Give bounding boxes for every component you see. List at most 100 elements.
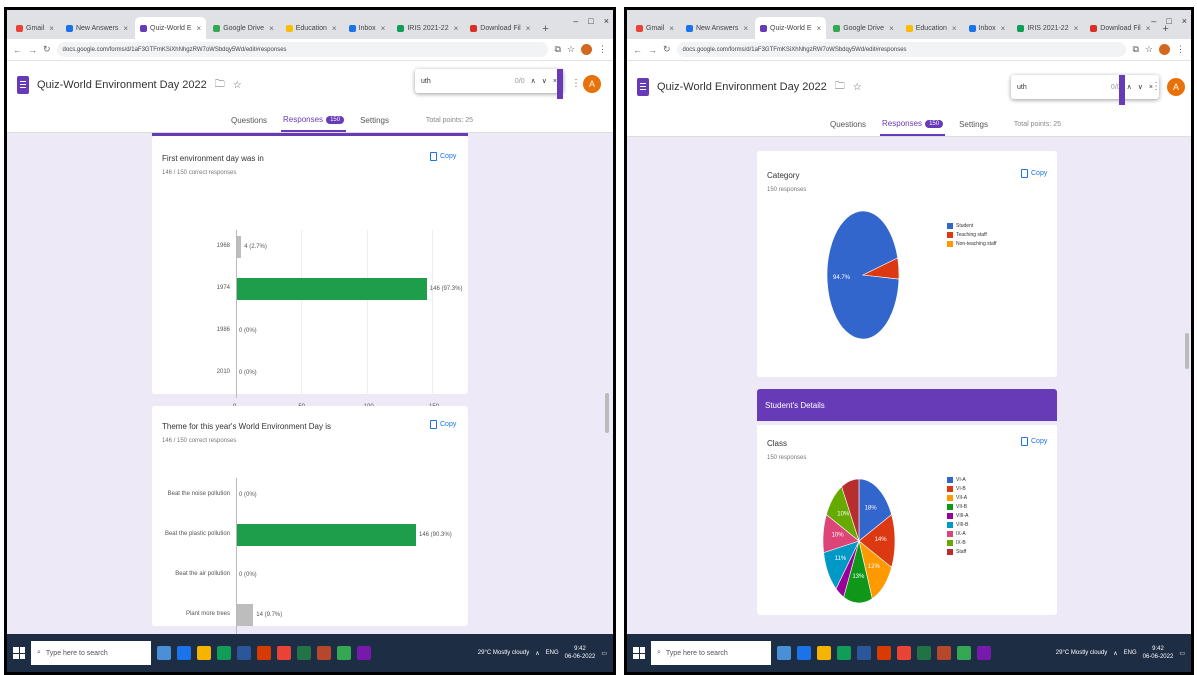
- browser-tab[interactable]: New Answers ×: [61, 17, 133, 39]
- tab-close-icon[interactable]: ×: [269, 24, 274, 33]
- browser-tab[interactable]: Gmail ×: [631, 17, 679, 39]
- taskbar-app-icon[interactable]: [277, 646, 291, 660]
- find-input[interactable]: uth: [1017, 84, 1105, 91]
- tab-close-icon[interactable]: ×: [743, 24, 748, 33]
- scrollbar-thumb[interactable]: [605, 393, 609, 433]
- extensions-icon[interactable]: ⧉: [554, 44, 560, 55]
- taskbar-app-icon[interactable]: [877, 646, 891, 660]
- clock[interactable]: 9:42 06-06-2022: [1143, 645, 1174, 661]
- taskbar-app-icon[interactable]: [217, 646, 231, 660]
- forms-logo-icon[interactable]: [17, 76, 29, 94]
- windows-start-icon[interactable]: [633, 647, 645, 659]
- notification-icon[interactable]: ▭: [601, 650, 607, 657]
- browser-tab[interactable]: Quiz-World E ×: [135, 17, 207, 39]
- folder-icon[interactable]: 🗀: [835, 79, 845, 96]
- avatar[interactable]: A: [583, 75, 601, 93]
- clock[interactable]: 9:42 06-06-2022: [565, 645, 596, 661]
- taskbar-app-icon[interactable]: [797, 646, 811, 660]
- copy-chart-button[interactable]: Copy: [1021, 169, 1047, 178]
- tray-chevron-icon[interactable]: ∧: [1113, 650, 1117, 657]
- tab-close-icon[interactable]: ×: [889, 24, 894, 33]
- tray-chevron-icon[interactable]: ∧: [535, 650, 539, 657]
- close-window-button[interactable]: ×: [1182, 16, 1187, 26]
- tab-close-icon[interactable]: ×: [381, 24, 386, 33]
- scrollbar-thumb[interactable]: [1185, 333, 1189, 369]
- tab-close-icon[interactable]: ×: [49, 24, 54, 33]
- back-icon[interactable]: ←: [13, 45, 22, 55]
- bookmark-star-icon[interactable]: ☆: [1145, 44, 1153, 55]
- browser-tab[interactable]: Education ×: [901, 17, 962, 39]
- taskbar-app-icon[interactable]: [257, 646, 271, 660]
- more-options-icon[interactable]: ⋮: [571, 78, 581, 89]
- copy-chart-button[interactable]: Copy: [1021, 437, 1047, 446]
- taskbar-app-icon[interactable]: [297, 646, 311, 660]
- find-up-icon[interactable]: ∧: [1127, 83, 1132, 91]
- weather-label[interactable]: 29°C Mostly cloudy: [1056, 650, 1107, 656]
- forward-icon[interactable]: →: [28, 45, 37, 55]
- find-down-icon[interactable]: ∨: [1138, 83, 1143, 91]
- forms-logo-icon[interactable]: [637, 78, 649, 96]
- bookmark-star-icon[interactable]: ☆: [567, 44, 575, 55]
- taskbar-app-icon[interactable]: [197, 646, 211, 660]
- minimize-button[interactable]: –: [573, 16, 578, 26]
- taskbar-app-icon[interactable]: [917, 646, 931, 660]
- taskbar-app-icon[interactable]: [957, 646, 971, 660]
- tab-close-icon[interactable]: ×: [197, 24, 202, 33]
- taskbar-app-icon[interactable]: [317, 646, 331, 660]
- extensions-icon[interactable]: ⧉: [1132, 44, 1138, 55]
- taskbar-search[interactable]: ⌕ Type here to search: [651, 641, 771, 665]
- reload-icon[interactable]: ↻: [663, 44, 671, 55]
- copy-chart-button[interactable]: Copy: [430, 420, 456, 429]
- tab-settings[interactable]: Settings: [358, 109, 391, 132]
- browser-tab[interactable]: IRIS 2021-22 ×: [1012, 17, 1083, 39]
- weather-label[interactable]: 29°C Mostly cloudy: [478, 650, 529, 656]
- tab-close-icon[interactable]: ×: [526, 24, 531, 33]
- taskbar-app-icon[interactable]: [357, 646, 371, 660]
- tab-close-icon[interactable]: ×: [123, 24, 128, 33]
- star-icon[interactable]: ☆: [853, 82, 862, 93]
- taskbar-app-icon[interactable]: [857, 646, 871, 660]
- tab-close-icon[interactable]: ×: [669, 24, 674, 33]
- tab-close-icon[interactable]: ×: [1074, 24, 1079, 33]
- maximize-button[interactable]: □: [588, 16, 593, 26]
- browser-tab[interactable]: Google Drive ×: [828, 17, 899, 39]
- language-indicator[interactable]: ENG: [1124, 650, 1137, 656]
- form-title[interactable]: Quiz-World Environment Day 2022: [657, 81, 827, 93]
- browser-tab[interactable]: Education ×: [281, 17, 342, 39]
- new-tab-button[interactable]: +: [537, 23, 553, 39]
- taskbar-app-icon[interactable]: [897, 646, 911, 660]
- find-down-icon[interactable]: ∨: [542, 77, 547, 85]
- tab-responses[interactable]: Responses 150: [880, 113, 946, 136]
- tab-close-icon[interactable]: ×: [454, 24, 459, 33]
- form-title[interactable]: Quiz-World Environment Day 2022: [37, 79, 207, 91]
- browser-tab[interactable]: IRIS 2021-22 ×: [392, 17, 463, 39]
- minimize-button[interactable]: –: [1151, 16, 1156, 26]
- taskbar-app-icon[interactable]: [837, 646, 851, 660]
- find-input[interactable]: uth: [421, 78, 509, 85]
- taskbar-app-icon[interactable]: [337, 646, 351, 660]
- more-options-icon[interactable]: ⋮: [1151, 81, 1161, 92]
- tab-responses[interactable]: Responses 150: [281, 109, 347, 132]
- find-up-icon[interactable]: ∧: [531, 77, 536, 85]
- taskbar-search[interactable]: ⌕ Type here to search: [31, 641, 151, 665]
- maximize-button[interactable]: □: [1166, 16, 1171, 26]
- star-icon[interactable]: ☆: [233, 80, 242, 91]
- browser-tab[interactable]: Inbox ×: [344, 17, 391, 39]
- folder-icon[interactable]: 🗀: [215, 77, 225, 94]
- taskbar-app-icon[interactable]: [177, 646, 191, 660]
- browser-tab[interactable]: Google Drive ×: [208, 17, 279, 39]
- avatar[interactable]: A: [1167, 78, 1185, 96]
- tab-questions[interactable]: Questions: [828, 113, 868, 136]
- tab-settings[interactable]: Settings: [957, 113, 990, 136]
- browser-tab[interactable]: Quiz-World E ×: [755, 17, 827, 39]
- browser-tab[interactable]: Download Fil ×: [1085, 17, 1155, 39]
- taskbar-app-icon[interactable]: [157, 646, 171, 660]
- windows-start-icon[interactable]: [13, 647, 25, 659]
- language-indicator[interactable]: ENG: [546, 650, 559, 656]
- find-bar[interactable]: uth 0/0 ∧ ∨ ×: [415, 69, 563, 93]
- copy-chart-button[interactable]: Copy: [430, 152, 456, 161]
- reload-icon[interactable]: ↻: [43, 44, 51, 55]
- tab-close-icon[interactable]: ×: [952, 24, 957, 33]
- taskbar-app-icon[interactable]: [977, 646, 991, 660]
- browser-tab[interactable]: Download Fil ×: [465, 17, 535, 39]
